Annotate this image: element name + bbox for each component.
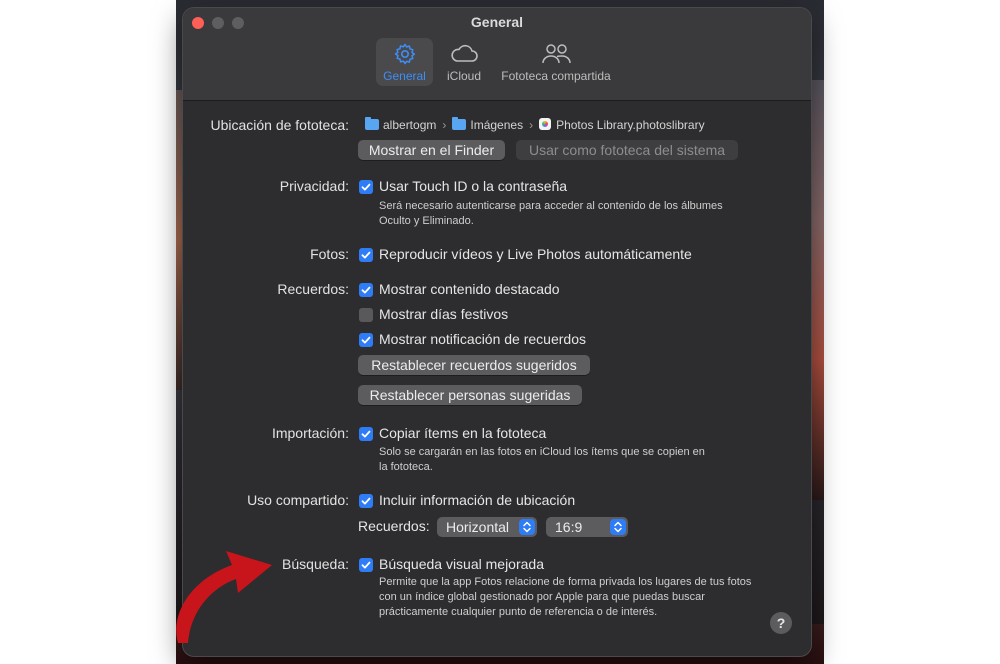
path-item-user[interactable]: albertogm: [383, 118, 436, 132]
show-in-finder-button[interactable]: Mostrar en el Finder: [358, 140, 505, 160]
chevron-up-down-icon: [610, 519, 626, 535]
visual-search-text: Búsqueda visual mejorada: [379, 556, 544, 572]
autoplay-checkbox[interactable]: [359, 248, 373, 262]
sharing-label: Uso compartido:: [247, 492, 349, 508]
use-as-system-library-button[interactable]: Usar como fototeca del sistema: [516, 140, 738, 160]
ratio-popup[interactable]: 16:9: [546, 517, 628, 537]
featured-content-checkbox[interactable]: [359, 283, 373, 297]
privacy-label: Privacidad:: [279, 178, 349, 194]
orientation-popup[interactable]: Horizontal: [437, 517, 537, 537]
sharing-memories-label: Recuerdos:: [358, 518, 430, 534]
include-location-checkbox[interactable]: [359, 494, 373, 508]
red-arrow-annotation: [160, 535, 280, 650]
cloud-icon: [441, 42, 487, 66]
path-item-images[interactable]: Imágenes: [470, 118, 523, 132]
holidays-checkbox[interactable]: [359, 308, 373, 322]
privacy-description: Será necesario autenticarse para acceder…: [379, 200, 723, 227]
chevron-up-down-icon: [519, 519, 535, 535]
photos-library-icon: [539, 118, 552, 130]
people-icon: [496, 42, 616, 66]
chevron-right-icon: ›: [442, 118, 447, 132]
tab-icloud-label: iCloud: [446, 69, 482, 83]
import-label: Importación:: [271, 425, 349, 441]
chevron-right-icon: ›: [529, 118, 534, 132]
library-location-label: Ubicación de fototeca:: [210, 117, 349, 133]
import-description: Solo se cargarán en las fotos en iCloud …: [379, 446, 705, 473]
tab-shared-library[interactable]: Fototeca compartida: [496, 38, 616, 86]
copy-items-checkbox[interactable]: [359, 427, 373, 441]
tab-icloud[interactable]: iCloud: [441, 38, 487, 86]
touch-id-checkbox[interactable]: [359, 180, 373, 194]
reset-suggested-memories-button[interactable]: Restablecer recuerdos sugeridos: [358, 355, 590, 375]
touch-id-text: Usar Touch ID o la contraseña: [379, 178, 568, 194]
background-glow-right: [810, 80, 824, 500]
search-description: Permite que la app Fotos relacione de fo…: [379, 576, 752, 618]
folder-icon: [452, 117, 467, 130]
library-path: albertogm › Imágenes › Photos Library.photos…: [365, 117, 705, 132]
visual-search-checkbox[interactable]: [359, 558, 373, 572]
photos-label: Fotos:: [310, 246, 349, 262]
tab-general-label: General: [383, 69, 426, 83]
memory-notifications-checkbox[interactable]: [359, 333, 373, 347]
include-location-text: Incluir información de ubicación: [379, 492, 576, 508]
gear-icon: [376, 42, 433, 66]
holidays-text: Mostrar días festivos: [379, 306, 509, 322]
orientation-value: Horizontal: [446, 519, 510, 535]
help-button[interactable]: ?: [770, 612, 792, 634]
memory-notifications-text: Mostrar notificación de recuerdos: [379, 331, 586, 347]
featured-content-text: Mostrar contenido destacado: [379, 281, 560, 297]
tab-general[interactable]: General: [376, 38, 433, 86]
autoplay-text: Reproducir vídeos y Live Photos automáti…: [379, 246, 692, 262]
title-bar: General General iCloud Fototeca comparti…: [183, 8, 811, 101]
copy-items-text: Copiar ítems en la fototeca: [379, 425, 547, 441]
path-item-library[interactable]: Photos Library.photoslibrary: [556, 118, 705, 132]
memories-label: Recuerdos:: [277, 281, 349, 297]
reset-suggested-people-button[interactable]: Restablecer personas sugeridas: [358, 385, 582, 405]
tab-shared-library-label: Fototeca compartida: [501, 69, 611, 83]
window-title: General: [470, 14, 524, 30]
ratio-value: 16:9: [555, 519, 583, 535]
folder-icon: [365, 117, 379, 130]
